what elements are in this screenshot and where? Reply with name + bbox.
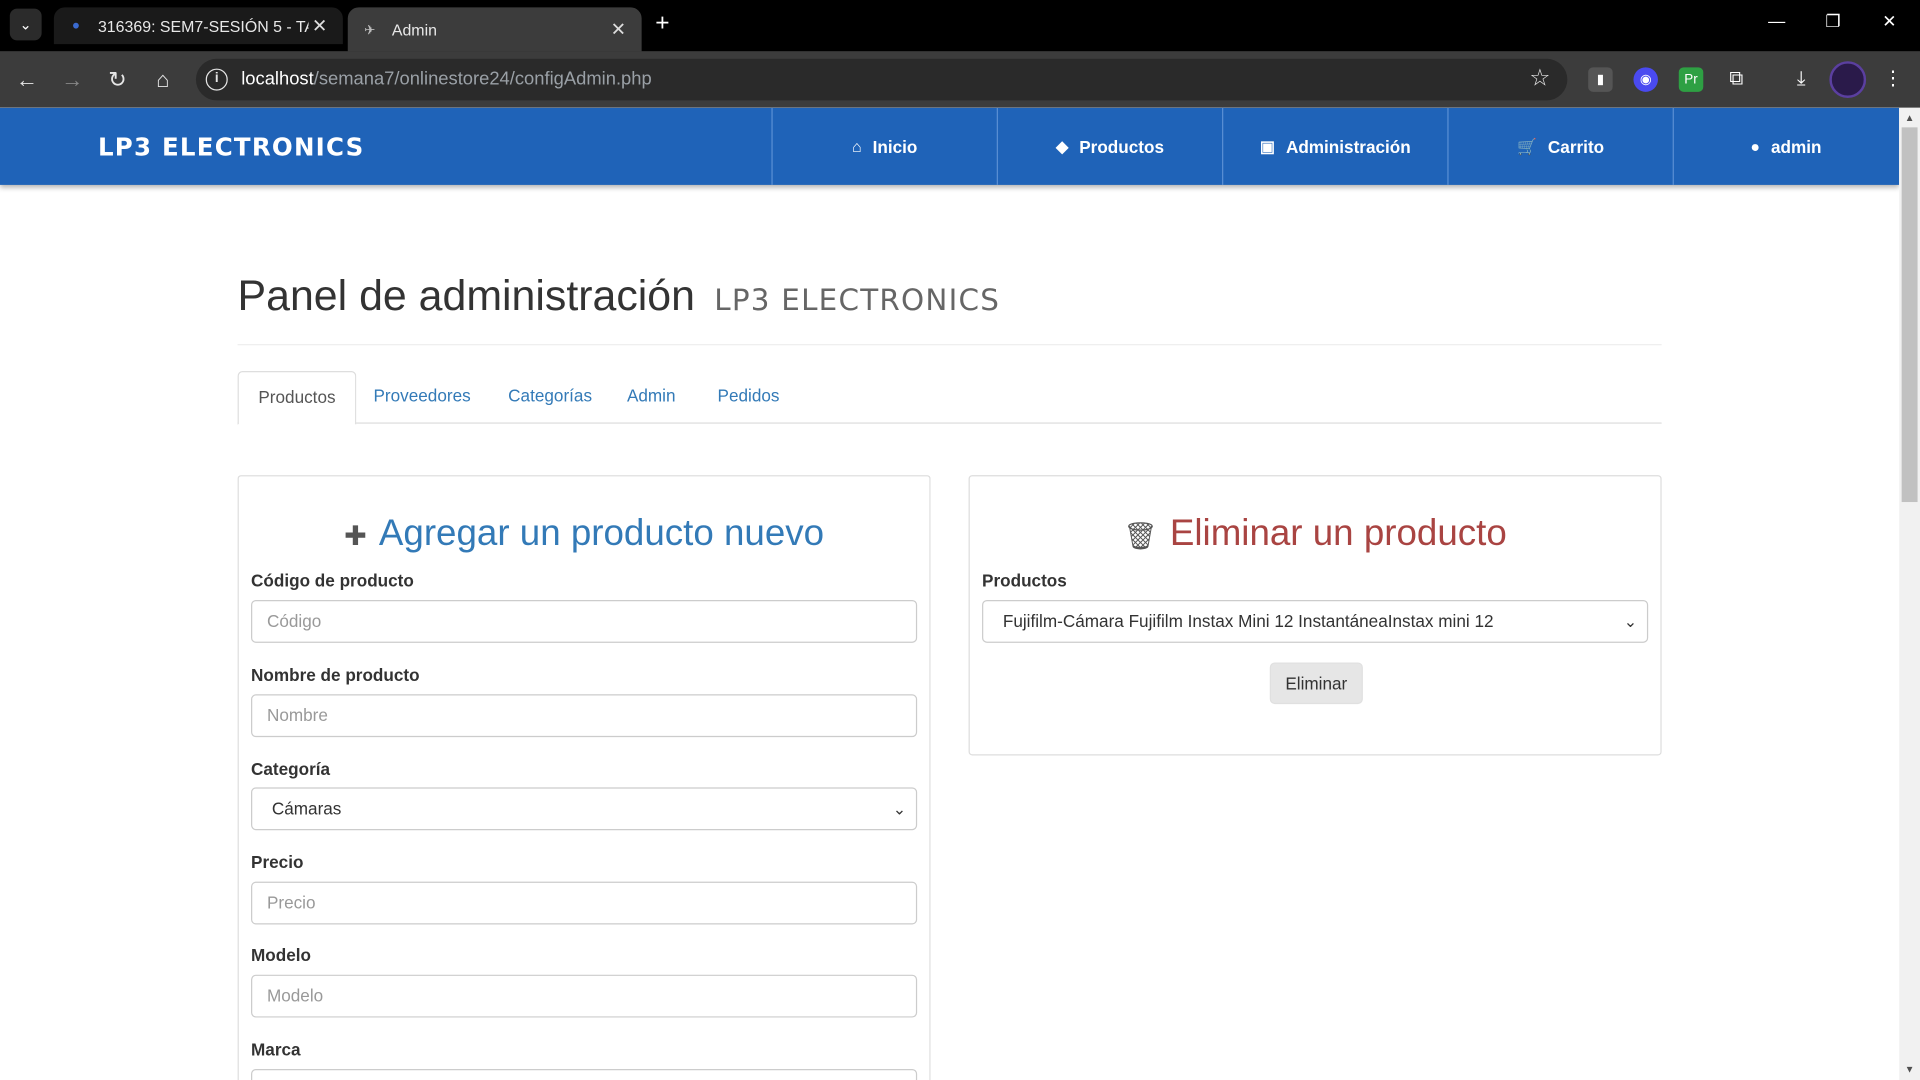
tab-favicon-icon: ✈ <box>364 22 376 38</box>
minimize-icon[interactable]: — <box>1749 11 1805 40</box>
site-info-icon[interactable]: i <box>205 68 228 91</box>
close-tab-icon[interactable]: ✕ <box>309 15 331 37</box>
divider <box>237 344 1662 346</box>
nombre-input[interactable]: Nombre <box>251 694 918 738</box>
page-scrollbar[interactable]: ▲ ▼ <box>1899 107 1920 1080</box>
field-label: Productos <box>982 570 1067 591</box>
tab-proveedores[interactable]: Proveedores <box>354 371 490 424</box>
precio-input[interactable]: Precio <box>251 881 918 925</box>
admin-tabs: Productos Proveedores Categorías Admin P… <box>237 371 1662 425</box>
nav-inicio[interactable]: ⌂ Inicio <box>771 107 996 185</box>
scrollbar-thumb[interactable] <box>1901 127 1918 503</box>
nav-admin[interactable]: ● admin <box>1672 107 1898 185</box>
add-product-panel: ✚ Agregar un producto nuevo Código de pro… <box>237 475 931 1080</box>
scroll-down-icon[interactable]: ▼ <box>1904 1064 1915 1075</box>
add-product-title: ✚ Agregar un producto nuevo <box>239 513 930 555</box>
page-title-text: Panel de administración <box>237 271 695 320</box>
trash-icon: 🗑 <box>1123 520 1158 552</box>
url-text: localhost/semana7/onlinestore24/configAd… <box>241 69 651 90</box>
product-select[interactable]: Fujifilm-Cámara Fujifilm Instax Mini 12 … <box>982 600 1649 643</box>
page-title: Panel de administración LP3 ELECTRONICS <box>238 272 1001 321</box>
tab-title: 316369: SEM7-SESIÓN 5 - TALL <box>97 16 309 35</box>
nav-label: Inicio <box>872 136 918 157</box>
tab-productos[interactable]: Productos <box>237 371 357 425</box>
delete-product-panel: 🗑 Eliminar un producto Productos Fujifilm… <box>968 475 1662 756</box>
reload-icon[interactable]: ↻ <box>103 65 132 94</box>
site-navbar: LP3 ELECTRONICS ⌂ Inicio ◆ Productos ▣ Admi… <box>0 107 1900 185</box>
back-icon[interactable]: ← <box>12 65 41 94</box>
nav-carrito[interactable]: 🛒 Carrito <box>1447 107 1672 185</box>
close-tab-icon[interactable]: ✕ <box>607 18 629 41</box>
profile-avatar[interactable] <box>1829 61 1867 98</box>
product-selected-value: Fujifilm-Cámara Fujifilm Instax Mini 12 … <box>1002 611 1494 631</box>
add-product-title-text: Agregar un producto nuevo <box>378 513 825 554</box>
url-host: localhost <box>241 68 314 90</box>
twitch-extension-icon[interactable]: ▮ <box>1588 67 1613 92</box>
nav-label: Carrito <box>1547 136 1605 157</box>
tab-title: Admin <box>391 20 437 39</box>
field-label: Marca <box>251 1039 301 1060</box>
cart-icon: 🛒 <box>1517 136 1537 155</box>
eliminar-button[interactable]: Eliminar <box>1269 662 1363 705</box>
browser-tab-strip: ⌄ ● 316369: SEM7-SESIÓN 5 - TALL ✕ ✈ Adm… <box>0 0 1920 52</box>
home-icon[interactable]: ⌂ <box>148 65 177 94</box>
briefcase-icon: ▣ <box>1259 136 1275 155</box>
field-label: Nombre de producto <box>251 664 420 685</box>
tab-search-dropdown-icon[interactable]: ⌄ <box>9 8 42 41</box>
pr-extension-icon[interactable]: Pr <box>1678 67 1704 92</box>
url-path: /semana7/onlinestore24/configAdmin.php <box>313 68 652 90</box>
home-icon: ⌂ <box>851 137 862 156</box>
page-subtitle: LP3 ELECTRONICS <box>714 282 1001 318</box>
delete-product-title: 🗑 Eliminar un producto <box>970 513 1661 555</box>
field-label: Modelo <box>251 945 312 965</box>
extension-icon[interactable]: ◉ <box>1633 67 1658 92</box>
modelo-input[interactable]: Modelo <box>251 974 918 1018</box>
plus-icon: ✚ <box>344 520 367 552</box>
site-brand[interactable]: LP3 ELECTRONICS <box>98 132 365 161</box>
marca-input[interactable] <box>251 1068 918 1080</box>
nav-label: admin <box>1770 136 1822 157</box>
chevron-down-icon: ⌄ <box>892 799 907 818</box>
categoria-select[interactable]: Cámaras ⌄ <box>251 787 918 831</box>
nav-administracion[interactable]: ▣ Administración <box>1222 107 1447 185</box>
tab-pedidos[interactable]: Pedidos <box>698 371 799 424</box>
restore-icon[interactable]: ❐ <box>1805 11 1861 40</box>
categoria-selected-value: Cámaras <box>271 798 342 818</box>
browser-tab-active[interactable]: ✈ Admin ✕ <box>347 7 642 52</box>
dropbox-icon: ◆ <box>1055 136 1069 155</box>
nav-label: Productos <box>1079 136 1165 157</box>
field-label: Código de producto <box>251 570 414 591</box>
bookmark-star-icon[interactable]: ☆ <box>1529 65 1550 93</box>
download-icon[interactable]: ⤓ <box>1789 67 1813 91</box>
field-label: Categoría <box>251 759 331 779</box>
chevron-down-icon: ⌄ <box>1623 612 1638 631</box>
codigo-input[interactable]: Código <box>251 600 918 643</box>
browser-toolbar: ← → ↻ ⌂ i localhost/semana7/onlinestore2… <box>0 51 1920 108</box>
tab-categorias[interactable]: Categorías <box>489 371 612 424</box>
new-tab-button[interactable]: + <box>649 11 676 38</box>
delete-product-title-text: Eliminar un producto <box>1169 513 1507 554</box>
field-label: Precio <box>251 852 304 872</box>
address-bar[interactable]: i localhost/semana7/onlinestore24/config… <box>195 58 1568 101</box>
nav-label: Administración <box>1285 136 1411 157</box>
menu-kebab-icon[interactable]: ⋮ <box>1881 67 1905 91</box>
scroll-up-icon[interactable]: ▲ <box>1904 113 1915 124</box>
tab-favicon-icon: ● <box>71 18 80 34</box>
tab-admin[interactable]: Admin <box>607 371 695 424</box>
page-viewport: LP3 ELECTRONICS ⌂ Inicio ◆ Productos ▣ Admi… <box>0 107 1900 1080</box>
user-icon: ● <box>1750 137 1760 156</box>
browser-tab[interactable]: ● 316369: SEM7-SESIÓN 5 - TALL ✕ <box>53 7 343 45</box>
nav-productos[interactable]: ◆ Productos <box>996 107 1222 185</box>
extensions-puzzle-icon[interactable]: ⧉ <box>1724 67 1748 91</box>
close-window-icon[interactable]: ✕ <box>1861 11 1917 40</box>
forward-icon[interactable]: → <box>58 65 87 94</box>
